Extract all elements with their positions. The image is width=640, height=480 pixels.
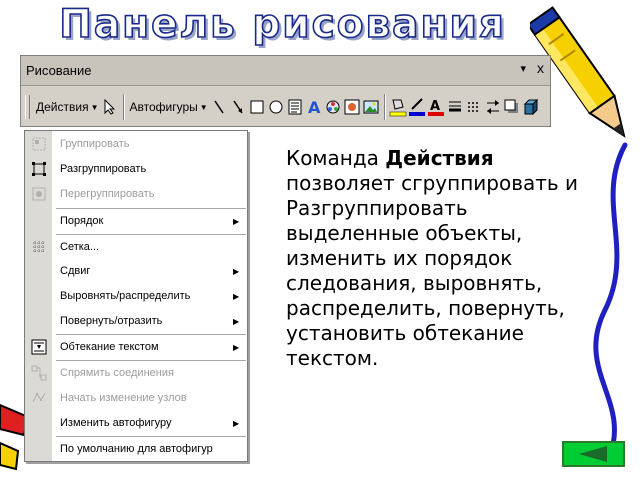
toolbar-options-button[interactable]: ▾ bbox=[520, 62, 526, 75]
menu-item-set-autoshape-defaults[interactable]: По умолчанию для автофигур bbox=[25, 437, 247, 461]
text-box-icon[interactable] bbox=[286, 94, 305, 120]
rectangle-icon[interactable] bbox=[248, 94, 267, 120]
shadow-icon[interactable] bbox=[503, 94, 522, 120]
line-style-icon[interactable] bbox=[446, 94, 465, 120]
menu-item-label: Перегруппировать bbox=[60, 188, 155, 200]
toolbar-close-button[interactable]: x bbox=[537, 60, 544, 76]
chevron-down-icon: ▼ bbox=[90, 102, 99, 112]
menu-item-label: Обтекание текстом bbox=[60, 341, 159, 353]
submenu-arrow-icon: ▶ bbox=[233, 316, 240, 326]
toolbar-grip[interactable] bbox=[25, 95, 30, 119]
group-icon bbox=[25, 132, 52, 156]
menu-item-grid[interactable]: Сетка... bbox=[25, 235, 247, 259]
actions-button[interactable]: Действия ▼ bbox=[34, 94, 101, 120]
line-icon[interactable] bbox=[210, 94, 229, 120]
arrow-left-icon bbox=[578, 446, 607, 462]
clip-art-icon[interactable] bbox=[343, 94, 362, 120]
submenu-arrow-icon: ▶ bbox=[233, 216, 240, 226]
arrow-icon[interactable] bbox=[229, 94, 248, 120]
menu-item-label: Порядок bbox=[60, 215, 104, 227]
menu-item-nudge[interactable]: Сдвиг ▶ bbox=[25, 259, 247, 283]
toolbar-caption: Рисование ▾ x bbox=[21, 56, 550, 86]
menu-item-label: По умолчанию для автофигур bbox=[60, 443, 213, 455]
toolbar-separator bbox=[383, 94, 386, 120]
menu-item-order[interactable]: Порядок ▶ bbox=[25, 209, 247, 233]
edit-points-icon bbox=[25, 386, 52, 410]
body-text-prefix: Команда bbox=[286, 146, 386, 170]
autoshapes-button[interactable]: Автофигуры ▼ bbox=[128, 94, 210, 120]
connector-icon bbox=[25, 361, 52, 385]
back-button[interactable] bbox=[562, 441, 625, 467]
menu-item-group[interactable]: Группировать bbox=[25, 132, 247, 156]
menu-item-label: Группировать bbox=[60, 138, 130, 150]
slide-body-text: Команда Действия позволяет сгруппировать… bbox=[286, 146, 586, 371]
menu-item-label: Изменить автофигуру bbox=[60, 417, 172, 429]
3d-icon[interactable] bbox=[522, 94, 541, 120]
submenu-arrow-icon: ▶ bbox=[233, 291, 240, 301]
drawing-toolbar: Рисование ▾ x Действия ▼ Автофигуры ▼ A … bbox=[20, 55, 551, 127]
menu-item-label: Выровнять/распределить bbox=[60, 290, 191, 302]
toolbar-row: Действия ▼ Автофигуры ▼ A A bbox=[23, 88, 548, 126]
submenu-arrow-icon: ▶ bbox=[233, 418, 240, 428]
wordart-icon[interactable]: A bbox=[305, 94, 324, 120]
fill-color-icon[interactable] bbox=[389, 94, 408, 120]
line-color-icon[interactable] bbox=[408, 94, 427, 120]
svg-text:A: A bbox=[308, 98, 321, 116]
grid-icon bbox=[25, 235, 52, 259]
actions-label: Действия bbox=[36, 100, 89, 114]
menu-item-rotate-flip[interactable]: Повернуть/отразить ▶ bbox=[25, 309, 247, 333]
menu-item-label: Разгруппировать bbox=[60, 163, 147, 175]
squiggle-decoration bbox=[593, 142, 628, 458]
menu-item-label: Повернуть/отразить bbox=[60, 315, 163, 327]
menu-item-label: Сетка... bbox=[60, 241, 100, 253]
menu-item-edit-points[interactable]: Начать изменение узлов bbox=[25, 386, 247, 410]
diagram-icon[interactable] bbox=[324, 94, 343, 120]
select-pointer-icon[interactable] bbox=[101, 94, 120, 120]
chevron-down-icon: ▼ bbox=[199, 102, 208, 112]
slide-title: Панель рисования bbox=[58, 1, 506, 48]
menu-item-text-wrapping[interactable]: Обтекание текстом ▶ bbox=[25, 335, 247, 359]
regroup-icon bbox=[25, 182, 52, 206]
menu-item-regroup[interactable]: Перегруппировать bbox=[25, 182, 247, 206]
menu-item-label: Начать изменение узлов bbox=[60, 392, 187, 404]
menu-item-change-autoshape[interactable]: Изменить автофигуру ▶ bbox=[25, 411, 247, 435]
svg-text:A: A bbox=[430, 99, 440, 114]
toolbar-separator bbox=[122, 94, 125, 120]
submenu-arrow-icon: ▶ bbox=[233, 266, 240, 276]
arrow-style-icon[interactable] bbox=[484, 94, 503, 120]
dash-style-icon[interactable] bbox=[465, 94, 484, 120]
actions-menu: Группировать Разгруппировать Перегруппир… bbox=[24, 130, 248, 462]
body-text-rest: позволяет сгруппировать и Разгруппироват… bbox=[286, 171, 579, 370]
toolbar-title: Рисование bbox=[26, 63, 92, 78]
menu-item-straighten-connectors[interactable]: Спрямить соединения bbox=[25, 361, 247, 385]
body-text-command: Действия bbox=[385, 146, 494, 170]
menu-item-ungroup[interactable]: Разгруппировать bbox=[25, 157, 247, 181]
text-wrap-icon bbox=[25, 335, 52, 359]
autoshapes-label: Автофигуры bbox=[129, 100, 198, 114]
menu-item-align-distribute[interactable]: Выровнять/распределить ▶ bbox=[25, 284, 247, 308]
ungroup-icon bbox=[25, 157, 52, 181]
menu-item-label: Спрямить соединения bbox=[60, 367, 174, 379]
submenu-arrow-icon: ▶ bbox=[233, 342, 240, 352]
picture-icon[interactable] bbox=[362, 94, 381, 120]
menu-item-label: Сдвиг bbox=[60, 265, 91, 277]
font-color-icon[interactable]: A bbox=[427, 94, 446, 120]
oval-icon[interactable] bbox=[267, 94, 286, 120]
